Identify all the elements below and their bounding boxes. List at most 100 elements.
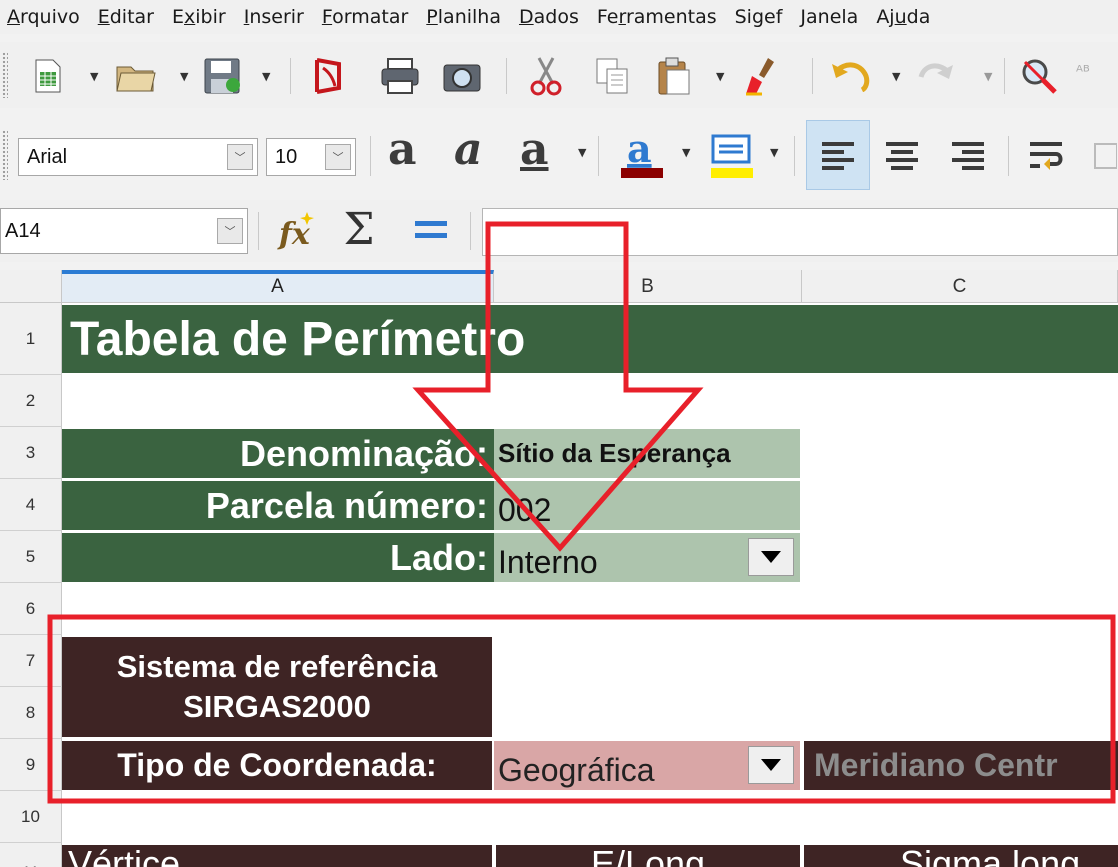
- menu-item-ajuda[interactable]: Ajuda: [876, 6, 930, 28]
- name-box[interactable]: A14 ﹀: [0, 208, 248, 254]
- redo-dropdown-arrow[interactable]: ▼: [984, 70, 992, 83]
- menu-item-dados[interactable]: Dados: [519, 6, 579, 28]
- menu-label-part: E: [172, 6, 185, 28]
- sheet-title[interactable]: Tabela de Perímetro: [62, 305, 1118, 373]
- menu-item-exibir[interactable]: Exibir: [172, 6, 226, 28]
- sum-icon[interactable]: Σ: [336, 204, 382, 256]
- row-header[interactable]: 1: [0, 303, 62, 375]
- font-size-dropdown-button[interactable]: ﹀: [325, 144, 351, 170]
- column-header-b[interactable]: B: [494, 270, 802, 303]
- row-header[interactable]: 8: [0, 687, 62, 739]
- lado-label[interactable]: Lado:: [62, 533, 494, 582]
- new-spreadsheet-icon[interactable]: [28, 56, 68, 96]
- undo-icon[interactable]: [826, 56, 874, 96]
- row-header[interactable]: 3: [0, 427, 62, 479]
- align-center-icon[interactable]: [876, 132, 928, 180]
- denominacao-label[interactable]: Denominação:: [62, 429, 494, 478]
- highlighting-dropdown-arrow[interactable]: ▼: [770, 146, 778, 159]
- bold-icon[interactable]: a: [388, 124, 417, 175]
- function-wizard-icon[interactable]: fx: [272, 204, 322, 256]
- menu-label-part: ibir: [195, 6, 226, 28]
- formula-input[interactable]: [482, 208, 1118, 256]
- open-folder-icon[interactable]: [112, 56, 160, 96]
- header-vertice[interactable]: Vértice: [62, 845, 492, 867]
- parcela-value[interactable]: 002: [494, 481, 800, 530]
- font-size-box[interactable]: 10 ﹀: [266, 138, 356, 176]
- new-dropdown-arrow[interactable]: ▼: [90, 70, 98, 83]
- menu-item-sigef[interactable]: Sigef: [735, 6, 783, 28]
- highlighting-icon[interactable]: [702, 126, 760, 182]
- wrap-text-icon[interactable]: [1022, 132, 1074, 180]
- menu-label-part: Sigef: [734, 6, 783, 28]
- menu-label-part: lanilha: [437, 6, 501, 28]
- column-header-c[interactable]: C: [802, 270, 1118, 303]
- row-header[interactable]: 9: [0, 739, 62, 791]
- menu-item-formatar[interactable]: Formatar: [322, 6, 408, 28]
- menu-label-part: Fe: [596, 6, 619, 28]
- menu-item-editar[interactable]: Editar: [98, 6, 154, 28]
- cut-icon[interactable]: [524, 54, 568, 98]
- print-icon[interactable]: [378, 54, 422, 98]
- formula-equals-icon[interactable]: [406, 204, 456, 256]
- svg-text:a: a: [627, 128, 652, 171]
- row-header[interactable]: 7: [0, 635, 62, 687]
- row-header[interactable]: 5: [0, 531, 62, 583]
- print-preview-icon[interactable]: [440, 54, 484, 98]
- font-color-dropdown-arrow[interactable]: ▼: [682, 146, 690, 159]
- tipo-coordenada-label[interactable]: Tipo de Coordenada:: [62, 741, 492, 790]
- find-replace-icon[interactable]: [1014, 54, 1062, 98]
- name-box-dropdown-button[interactable]: ﹀: [217, 218, 243, 244]
- underline-icon[interactable]: a: [520, 124, 549, 175]
- font-color-icon[interactable]: a: [612, 126, 670, 182]
- row-header[interactable]: 11: [0, 843, 62, 867]
- select-all-corner[interactable]: [0, 270, 62, 303]
- italic-icon[interactable]: a: [454, 124, 483, 175]
- tipo-coordenada-dropdown-button[interactable]: [748, 746, 794, 784]
- paste-dropdown-arrow[interactable]: ▼: [716, 70, 724, 83]
- menu-item-inserir[interactable]: Inserir: [244, 6, 304, 28]
- menu-item-arquivo[interactable]: Arquivo: [7, 6, 80, 28]
- menu-item-janela[interactable]: Janela: [800, 6, 858, 28]
- row-header[interactable]: 6: [0, 583, 62, 635]
- lado-dropdown-button[interactable]: [748, 538, 794, 576]
- parcela-label[interactable]: Parcela número:: [62, 481, 494, 530]
- menu-label-part: da: [906, 6, 931, 28]
- merge-cells-icon[interactable]: [1090, 132, 1118, 180]
- copy-icon[interactable]: [590, 54, 634, 98]
- undo-dropdown-arrow[interactable]: ▼: [892, 70, 900, 83]
- font-name-box[interactable]: Arial ﹀: [18, 138, 258, 176]
- meridiano-central-label[interactable]: Meridiano Centr: [804, 741, 1118, 790]
- menu-item-ferramentas[interactable]: Ferramentas: [597, 6, 717, 28]
- redo-icon[interactable]: [914, 56, 958, 96]
- underline-dropdown-arrow[interactable]: ▼: [578, 146, 586, 159]
- menu-item-planilha[interactable]: Planilha: [426, 6, 501, 28]
- menu-label-part: ados: [533, 6, 579, 28]
- header-elong[interactable]: E/Long: [496, 845, 800, 867]
- column-header-a[interactable]: A: [62, 270, 494, 303]
- chevron-down-icon: ﹀: [234, 151, 246, 164]
- open-dropdown-arrow[interactable]: ▼: [180, 70, 188, 83]
- export-pdf-icon[interactable]: [306, 54, 350, 98]
- chevron-down-icon: ﹀: [224, 225, 236, 238]
- toolbar-grip[interactable]: [2, 52, 8, 98]
- menu-label-part: ramentas: [625, 6, 717, 28]
- clone-formatting-icon[interactable]: [738, 54, 786, 98]
- denominacao-value[interactable]: Sítio da Esperança: [494, 429, 800, 478]
- save-icon[interactable]: [200, 54, 244, 98]
- row-header[interactable]: 10: [0, 791, 62, 843]
- row-header[interactable]: 4: [0, 479, 62, 531]
- paste-icon[interactable]: [652, 54, 696, 98]
- save-dropdown-arrow[interactable]: ▼: [262, 70, 270, 83]
- toolbar-grip[interactable]: [2, 130, 8, 180]
- row-header[interactable]: 2: [0, 375, 62, 427]
- align-right-icon[interactable]: [942, 132, 994, 180]
- chevron-down-icon: ﹀: [332, 151, 344, 164]
- menu-accelerator: F: [321, 6, 333, 28]
- spreadsheet-grid: A B C 1 2 3 4 5 6 7 8 9 10 11 Tabela de …: [0, 270, 1118, 867]
- font-name-dropdown-button[interactable]: ﹀: [227, 144, 253, 170]
- header-sigma-long[interactable]: Sigma long: [804, 845, 1118, 867]
- align-left-icon[interactable]: [812, 132, 864, 180]
- sistema-referencia-cell[interactable]: Sistema de referência SIRGAS2000: [62, 637, 492, 737]
- spelling-icon[interactable]: ᴬᴮ: [1076, 62, 1090, 81]
- triangle-down-icon: [761, 551, 781, 563]
